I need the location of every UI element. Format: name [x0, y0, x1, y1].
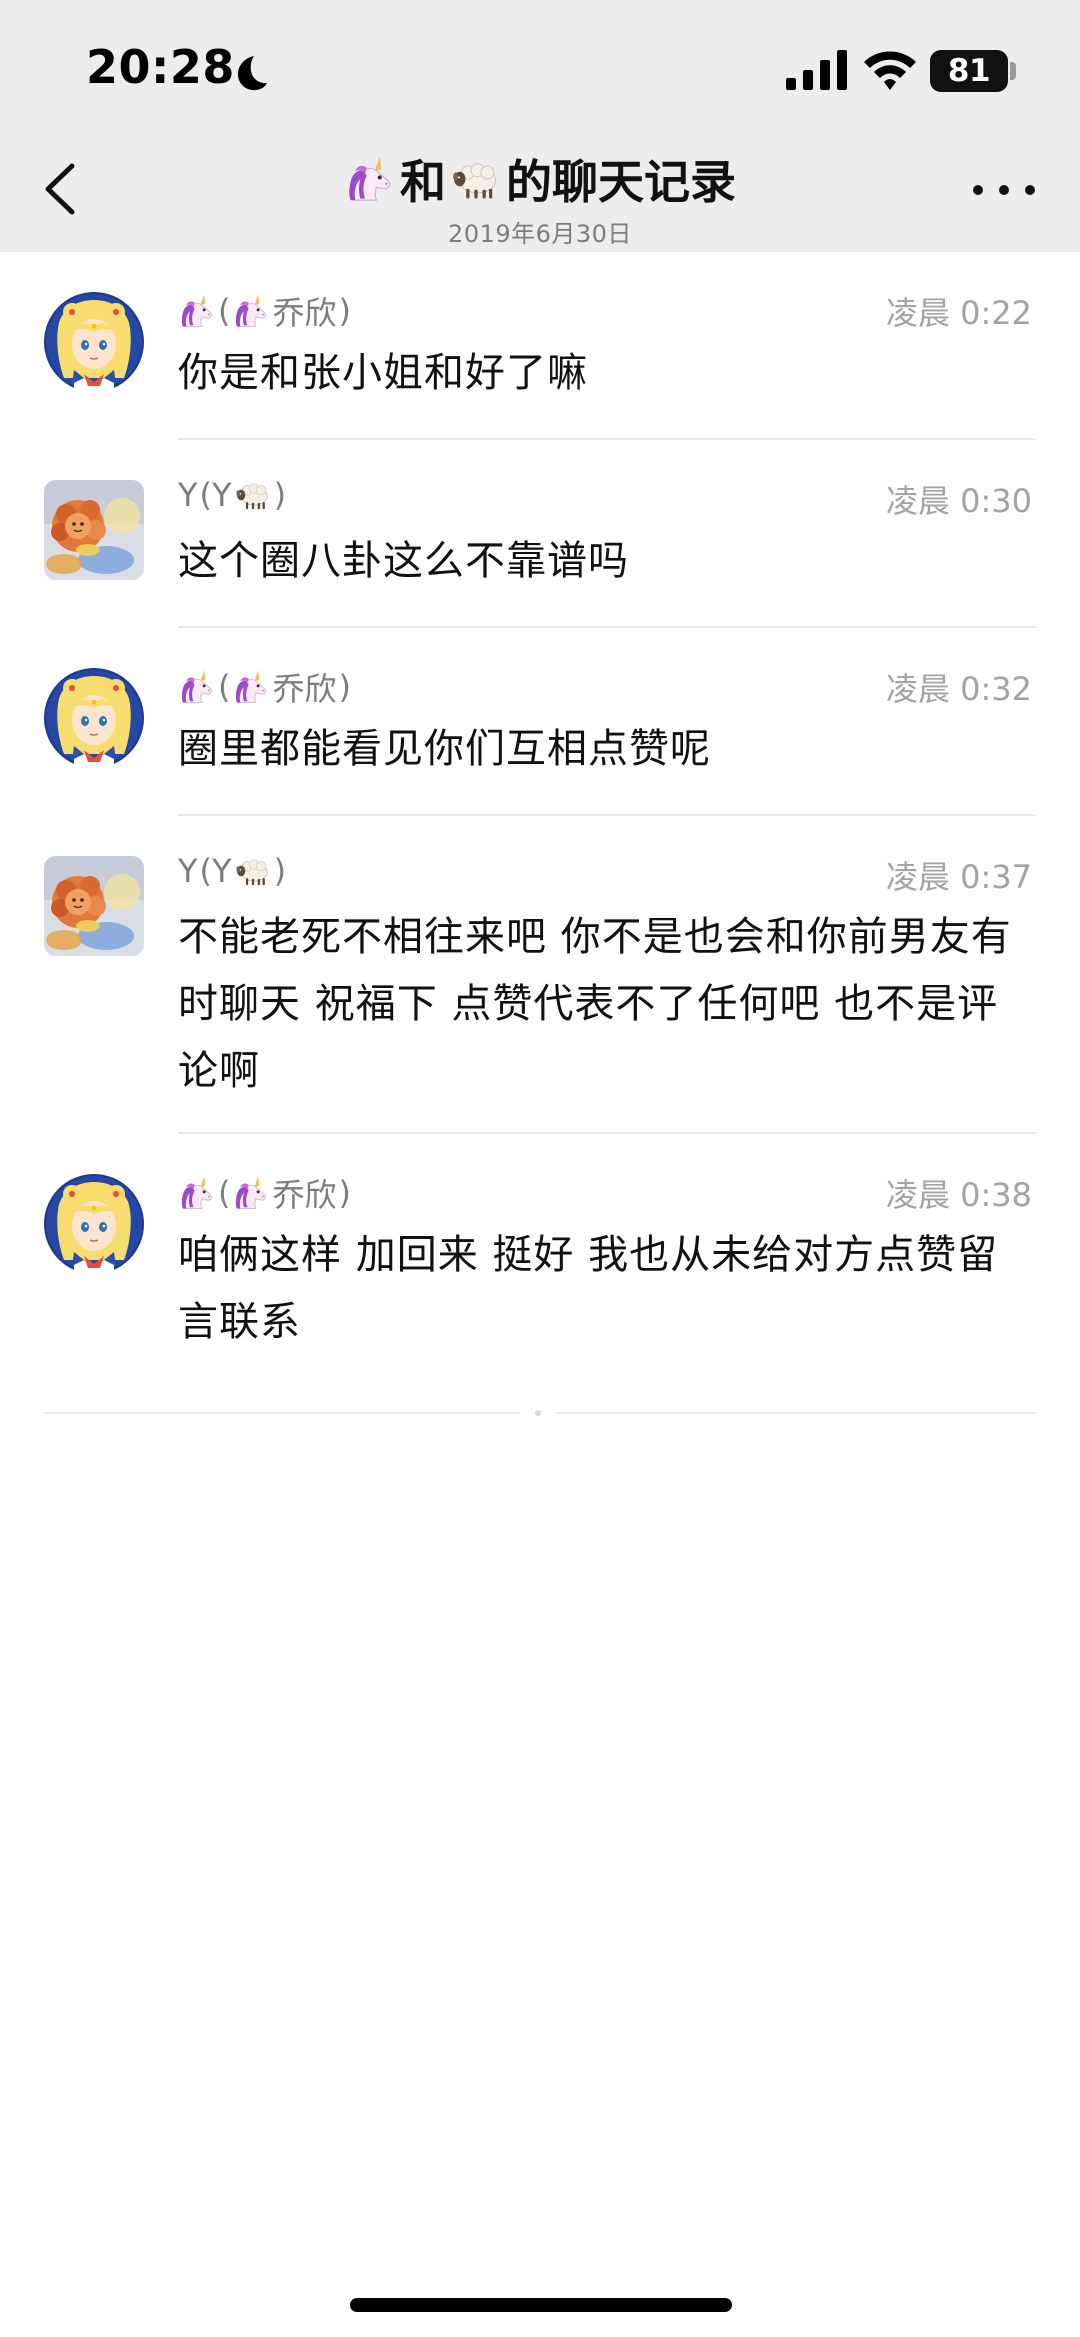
- sender-paren-open: (: [218, 668, 231, 706]
- unicorn-emoji-icon: [178, 1174, 216, 1212]
- sender-paren-open: (: [218, 1174, 231, 1212]
- wifi-icon: [864, 51, 916, 90]
- unicorn-emoji-icon: [232, 668, 270, 706]
- sender-name: Y (Y ): [178, 476, 286, 514]
- message-time: 凌晨 0:22: [885, 294, 1032, 332]
- sender-prefix: Y: [178, 476, 198, 514]
- avatar[interactable]: [44, 856, 144, 956]
- sender-paren-close: ): [338, 668, 351, 706]
- photo-avatar-icon: [44, 856, 144, 956]
- sender-name: Y (Y ): [178, 852, 286, 890]
- unicorn-emoji-icon: [178, 668, 216, 706]
- sender-prefix: Y: [178, 852, 198, 890]
- battery-icon: 81: [930, 50, 1008, 92]
- sheep-emoji-icon: [234, 852, 272, 890]
- sender-nickname: 乔欣: [272, 670, 337, 708]
- unicorn-emoji-icon: [232, 292, 270, 330]
- title-suffix: 的聊天记录: [506, 155, 736, 209]
- avatar[interactable]: [44, 668, 144, 768]
- sender-paren-close: ): [273, 852, 287, 890]
- sheep-emoji-icon: [450, 153, 502, 205]
- avatar[interactable]: [44, 292, 144, 392]
- avatar[interactable]: [44, 1174, 144, 1274]
- status-time: 20:28: [86, 40, 235, 94]
- sender-name: ( 乔欣 ): [178, 288, 351, 334]
- sender-paren-open: (Y: [199, 852, 232, 890]
- status-bar: 20:28 81: [0, 0, 1080, 140]
- sailor-moon-avatar-icon: [44, 668, 144, 768]
- end-of-history-dot: [535, 1410, 541, 1416]
- sailor-moon-avatar-icon: [44, 1174, 144, 1274]
- end-of-history-divider: [556, 1412, 1036, 1414]
- message-item: ( 乔欣 ) 凌晨 0:38 咱俩这样 加回来 挺好 我也从未给对方点赞留言联系: [0, 1134, 1080, 1384]
- message-text: 不能老死不相往来吧 你不是也会和你前男友有时聊天 祝福下 点赞代表不了任何吧 也…: [178, 914, 1012, 1094]
- message-text: 这个圈八卦这么不靠谱吗: [178, 538, 629, 584]
- sender-name: ( 乔欣 ): [178, 1170, 351, 1216]
- signal-icon: [786, 50, 847, 90]
- message-time: 凌晨 0:32: [885, 670, 1032, 708]
- sender-paren-open: (Y: [199, 476, 232, 514]
- page-title: 和 的聊天记录: [240, 146, 840, 212]
- message-text: 你是和张小姐和好了嘛: [178, 350, 588, 396]
- battery-tip: [1010, 62, 1016, 80]
- message-text: 圈里都能看见你们互相点赞呢: [178, 726, 711, 772]
- unicorn-emoji-icon: [232, 1174, 270, 1212]
- sender-nickname: 乔欣: [272, 294, 337, 332]
- header-title-block: 和 的聊天记录 2019年6月30日: [240, 146, 840, 249]
- unicorn-emoji-icon: [344, 153, 396, 205]
- chat-date: 2019年6月30日: [448, 220, 632, 248]
- message-time: 凌晨 0:30: [885, 482, 1032, 520]
- message-item: Y (Y ) 凌晨 0:37 不能老死不相往来吧 你不是也会和你前男友有时聊天 …: [0, 816, 1080, 1134]
- photo-avatar-icon: [44, 480, 144, 580]
- message-text: 咱俩这样 加回来 挺好 我也从未给对方点赞留言联系: [178, 1232, 999, 1345]
- end-of-history-divider: [44, 1412, 520, 1414]
- sender-paren-close: ): [338, 1174, 351, 1212]
- sender-paren-close: ): [273, 476, 287, 514]
- sheep-emoji-icon: [234, 476, 272, 514]
- back-button[interactable]: [36, 160, 86, 218]
- message-item: ( 乔欣 ) 凌晨 0:22 你是和张小姐和好了嘛: [0, 252, 1080, 440]
- home-indicator[interactable]: [350, 2298, 732, 2312]
- avatar[interactable]: [44, 480, 144, 580]
- sender-paren-open: (: [218, 292, 231, 330]
- sailor-moon-avatar-icon: [44, 292, 144, 392]
- sender-nickname: 乔欣: [272, 1176, 337, 1214]
- sender-name: ( 乔欣 ): [178, 664, 351, 710]
- message-time: 凌晨 0:37: [885, 858, 1032, 896]
- chat-history-header: 20:28 81 和 的聊天记录 2019年6月30日: [0, 0, 1080, 252]
- moon-icon: [238, 56, 267, 91]
- message-item: Y (Y ) 凌晨 0:30 这个圈八卦这么不靠谱吗: [0, 440, 1080, 628]
- unicorn-emoji-icon: [178, 292, 216, 330]
- message-item: ( 乔欣 ) 凌晨 0:32 圈里都能看见你们互相点赞呢: [0, 628, 1080, 816]
- message-time: 凌晨 0:38: [885, 1176, 1032, 1214]
- title-connector: 和: [400, 155, 446, 209]
- more-dots-icon[interactable]: [964, 168, 1044, 212]
- sender-paren-close: ): [338, 292, 351, 330]
